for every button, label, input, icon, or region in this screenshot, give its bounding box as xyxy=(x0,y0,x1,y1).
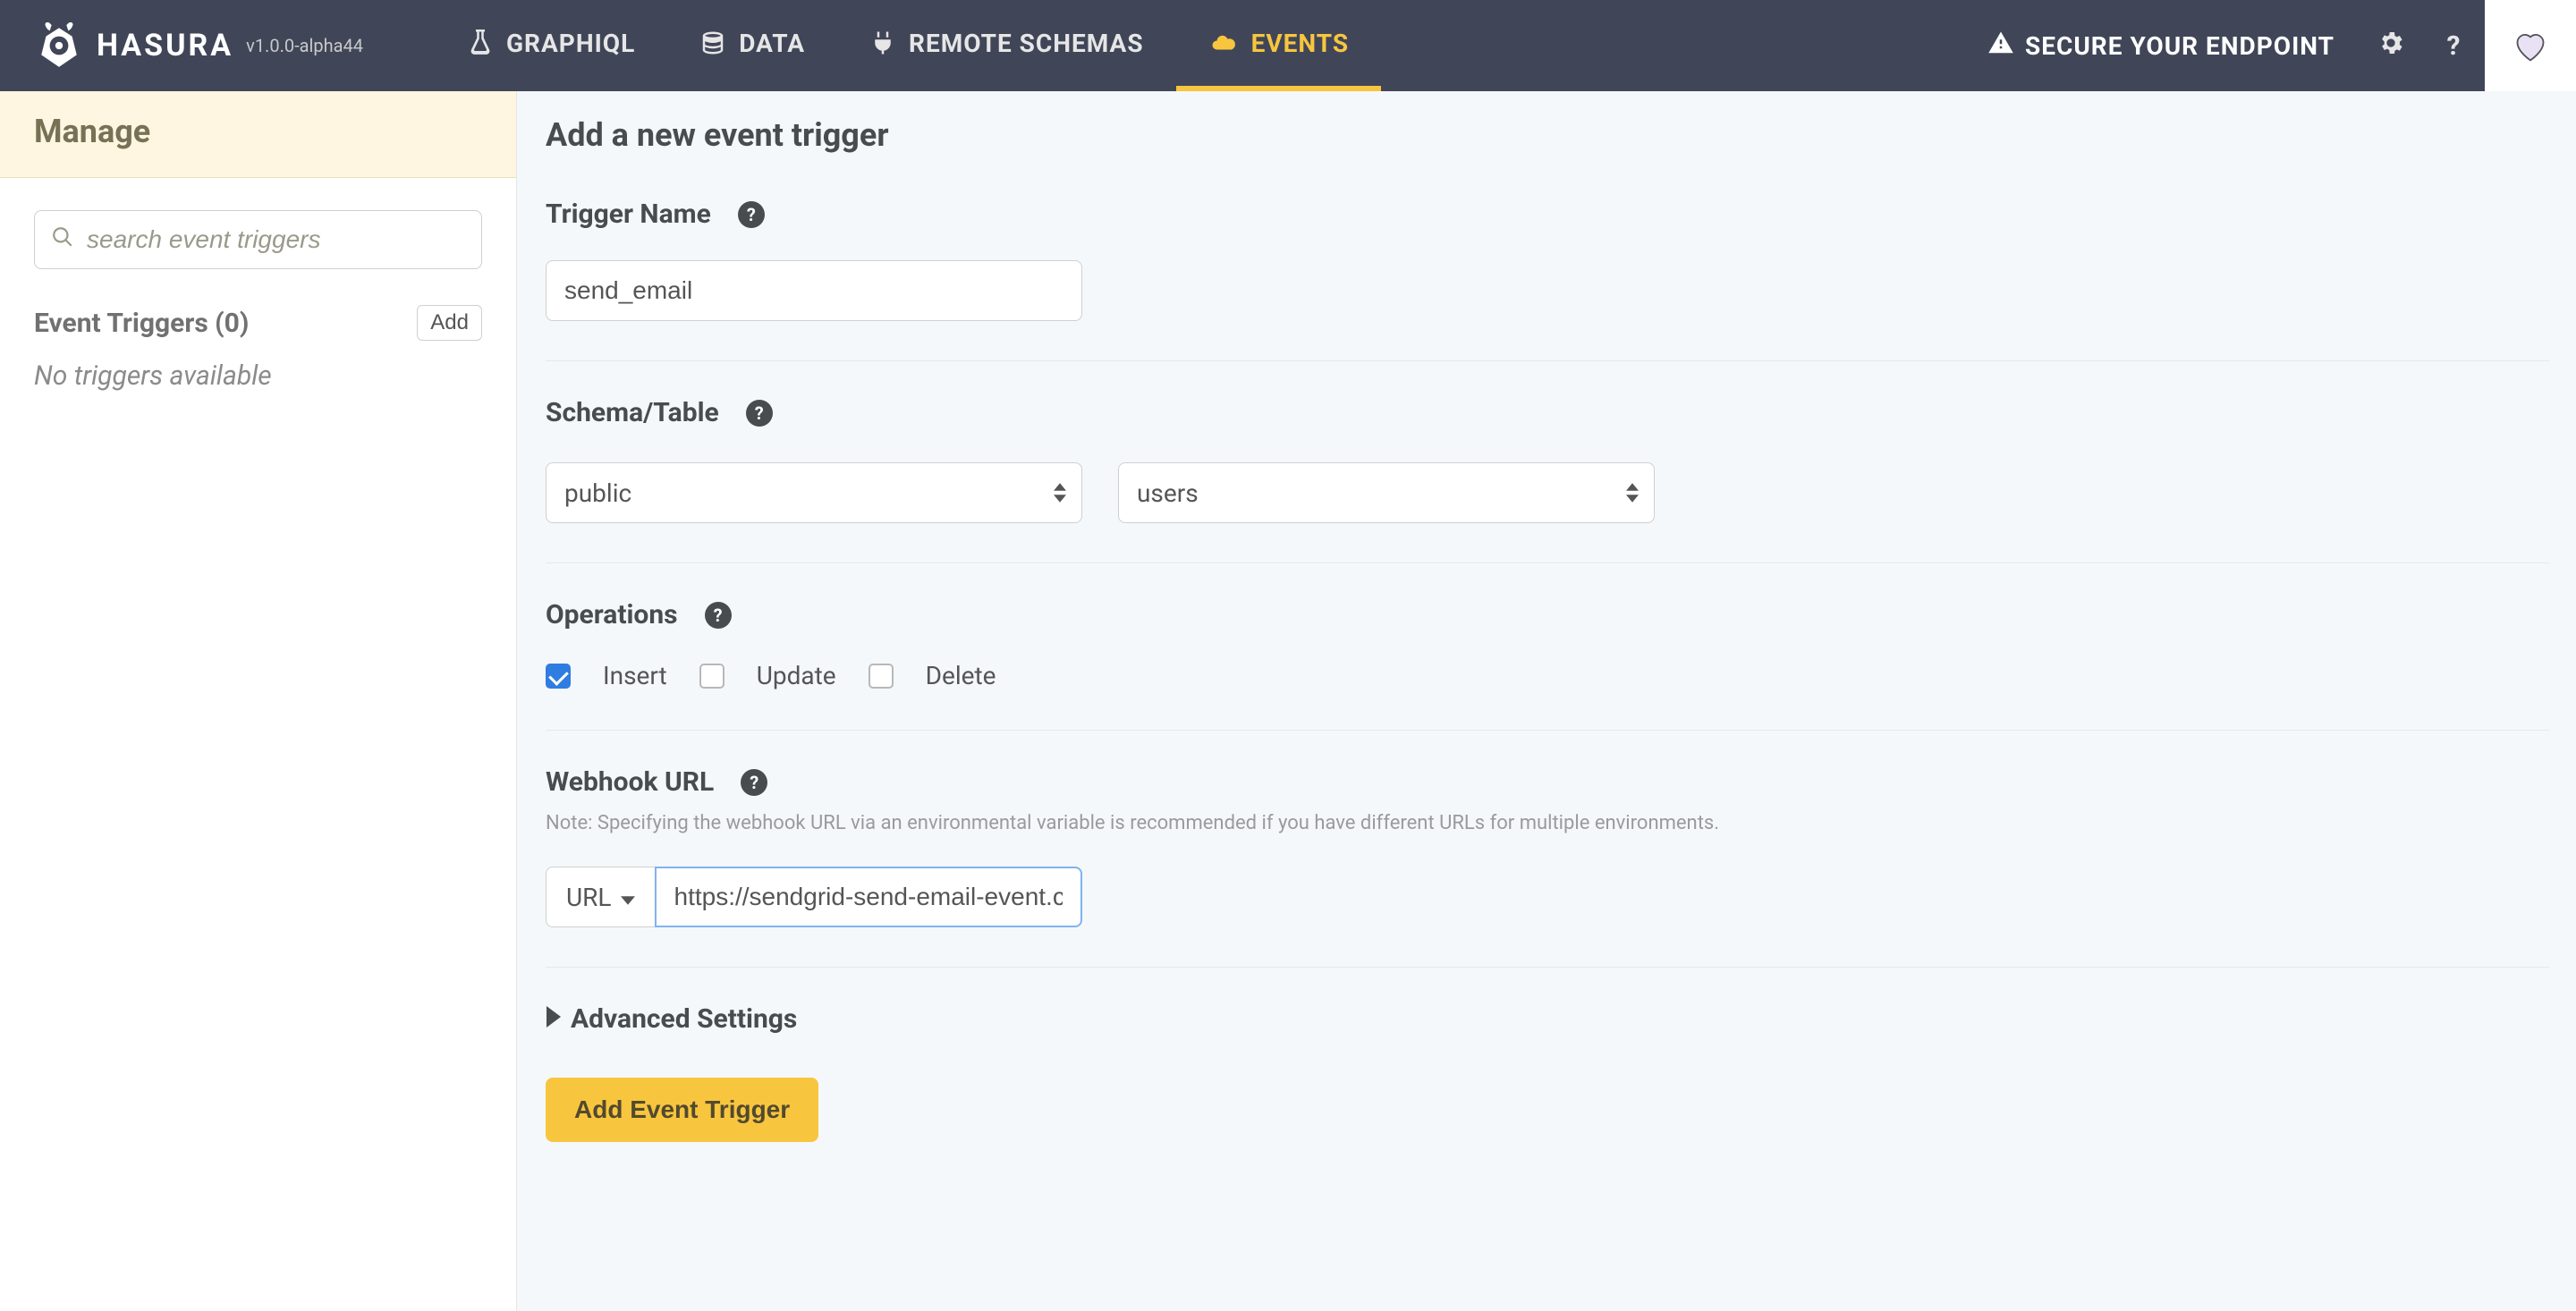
trigger-name-input[interactable] xyxy=(546,260,1082,321)
divider xyxy=(546,562,2549,563)
tab-label: DATA xyxy=(739,29,805,58)
webhook-label: Webhook URL xyxy=(546,766,714,798)
help-icon[interactable]: ? xyxy=(705,602,732,629)
main: Add a new event trigger Trigger Name ? S… xyxy=(517,91,2576,1311)
sidebar-title: Manage xyxy=(34,113,482,150)
help-button[interactable]: ? xyxy=(2422,0,2485,91)
trigger-name-label-row: Trigger Name ? xyxy=(546,199,2549,230)
brand-name: HASURA xyxy=(97,28,233,63)
add-trigger-button[interactable]: Add xyxy=(417,305,482,341)
url-type-label: URL xyxy=(566,883,612,912)
advanced-settings-toggle[interactable]: Advanced Settings xyxy=(546,1003,2549,1035)
table-value: users xyxy=(1137,478,1199,508)
secure-endpoint-label: SECURE YOUR ENDPOINT xyxy=(2025,31,2334,61)
search-icon xyxy=(51,225,74,255)
event-triggers-heading: Event Triggers (0) xyxy=(34,308,249,339)
flask-icon xyxy=(467,30,494,56)
webhook-url-input[interactable] xyxy=(655,867,1082,927)
caret-icon xyxy=(1054,483,1066,503)
tab-graphiql[interactable]: GRAPHIQL xyxy=(435,0,667,91)
page-title: Add a new event trigger xyxy=(546,116,2549,154)
checkbox-update[interactable] xyxy=(699,664,724,689)
webhook-label-row: Webhook URL ? xyxy=(546,766,2549,798)
trigger-name-label: Trigger Name xyxy=(546,199,711,230)
gear-icon xyxy=(2377,29,2405,63)
advanced-settings-label: Advanced Settings xyxy=(571,1003,797,1035)
hasura-logo-icon xyxy=(36,22,82,69)
sidebar: Manage Event Triggers (0) Add No trigger… xyxy=(0,91,517,1311)
version-label: v1.0.0-alpha44 xyxy=(246,35,363,56)
question-icon: ? xyxy=(2447,30,2461,62)
add-event-trigger-button[interactable]: Add Event Trigger xyxy=(546,1078,818,1142)
sidebar-header: Manage xyxy=(0,91,516,178)
database-icon xyxy=(699,30,726,56)
brand[interactable]: HASURA v1.0.0-alpha44 xyxy=(0,0,399,91)
operations-label: Operations xyxy=(546,599,678,630)
search-wrap[interactable] xyxy=(34,210,482,269)
secure-endpoint-link[interactable]: SECURE YOUR ENDPOINT xyxy=(1962,30,2360,63)
no-triggers-message: No triggers available xyxy=(34,360,482,392)
search-input[interactable] xyxy=(85,224,465,255)
nav-tabs: GRAPHIQL DATA REMOTE SCHEMAS EVENTS xyxy=(435,0,1381,91)
checkbox-insert-label: Insert xyxy=(603,661,667,690)
table-select[interactable]: users xyxy=(1118,462,1655,523)
navbar: HASURA v1.0.0-alpha44 GRAPHIQL DATA REMO… xyxy=(0,0,2576,91)
schema-value: public xyxy=(564,478,631,508)
checkbox-insert[interactable] xyxy=(546,664,571,689)
settings-button[interactable] xyxy=(2360,0,2422,91)
webhook-note: Note: Specifying the webhook URL via an … xyxy=(546,812,2549,834)
help-icon[interactable]: ? xyxy=(746,400,773,427)
tab-label: GRAPHIQL xyxy=(506,29,635,58)
love-button[interactable] xyxy=(2485,0,2576,91)
tab-data[interactable]: DATA xyxy=(667,0,837,91)
chevron-right-icon xyxy=(546,1003,562,1035)
checkbox-delete-label: Delete xyxy=(926,661,996,690)
tab-label: EVENTS xyxy=(1251,29,1350,58)
schema-label-row: Schema/Table ? xyxy=(546,397,2549,428)
divider xyxy=(546,730,2549,731)
tab-label: REMOTE SCHEMAS xyxy=(909,29,1144,58)
caret-icon xyxy=(1626,483,1639,503)
cloud-icon xyxy=(1208,30,1239,56)
help-icon[interactable]: ? xyxy=(741,769,767,796)
operations-label-row: Operations ? xyxy=(546,599,2549,630)
help-icon[interactable]: ? xyxy=(738,201,765,228)
checkbox-update-label: Update xyxy=(757,661,836,690)
tab-remote-schemas[interactable]: REMOTE SCHEMAS xyxy=(837,0,1176,91)
heart-icon xyxy=(2511,28,2550,63)
divider xyxy=(546,967,2549,968)
schema-select[interactable]: public xyxy=(546,462,1082,523)
tab-events[interactable]: EVENTS xyxy=(1176,0,1382,91)
checkbox-delete[interactable] xyxy=(869,664,894,689)
schema-table-label: Schema/Table xyxy=(546,397,719,428)
caret-down-icon xyxy=(621,883,635,912)
warning-icon xyxy=(1987,30,2014,63)
divider xyxy=(546,360,2549,361)
url-type-dropdown[interactable]: URL xyxy=(546,867,655,927)
plug-icon xyxy=(869,30,896,56)
